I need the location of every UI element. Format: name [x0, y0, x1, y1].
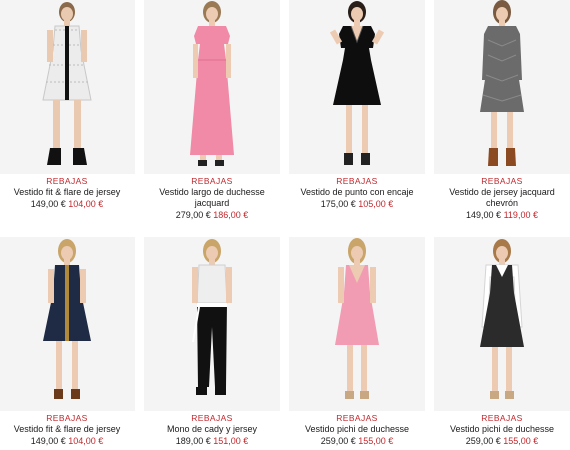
dress-long-pink-icon	[144, 0, 280, 174]
sale-price: 119,00 €	[503, 210, 538, 220]
product-name[interactable]: Vestido de punto con encaje	[289, 187, 425, 198]
product-grid: REBAJAS Vestido fit & flare de jersey 14…	[0, 0, 570, 450]
sale-price: 105,00 €	[358, 199, 394, 209]
old-price: 175,00 €	[320, 199, 356, 209]
sale-badge: REBAJAS	[481, 413, 523, 423]
sale-price: 155,00 €	[503, 436, 539, 446]
sale-price: 104,00 €	[68, 436, 104, 446]
product-photo[interactable]	[144, 0, 280, 174]
sale-badge: REBAJAS	[46, 413, 88, 423]
price-line: 149,00 € 104,00 €	[0, 435, 135, 447]
sale-badge: REBAJAS	[191, 176, 233, 186]
old-price: 259,00 €	[465, 436, 501, 446]
product-name[interactable]: Vestido fit & flare de jersey	[0, 424, 135, 435]
old-price: 149,00 €	[30, 436, 66, 446]
product-name[interactable]: Vestido fit & flare de jersey	[0, 187, 135, 198]
product-name[interactable]: Mono de cady y jersey	[144, 424, 280, 435]
price-line: 279,00 € 186,00 €	[144, 209, 280, 221]
sale-badge: REBAJAS	[191, 413, 233, 423]
price-line: 259,00 € 155,00 €	[289, 435, 425, 447]
dress-black-pinafore-icon	[434, 237, 570, 411]
product-photo[interactable]	[144, 237, 280, 411]
dress-pink-pinafore-icon	[289, 237, 425, 411]
price-line: 149,00 € 104,00 €	[0, 198, 135, 210]
price-line: 175,00 € 105,00 €	[289, 198, 425, 210]
dress-grey-chevron-icon	[434, 0, 570, 174]
price-line: 149,00 € 119,00 €	[434, 209, 570, 221]
sale-badge: REBAJAS	[46, 176, 88, 186]
product-photo[interactable]	[289, 0, 425, 174]
sale-price: 186,00 €	[213, 210, 249, 220]
product-name[interactable]: Vestido pichi de duchesse	[434, 424, 570, 435]
product-photo[interactable]	[0, 0, 135, 174]
product-photo[interactable]	[0, 237, 135, 411]
dress-tweed-icon	[0, 0, 135, 174]
dress-black-lace-icon	[289, 0, 425, 174]
product-name[interactable]: Vestido de jersey jacquard chevrón	[434, 187, 570, 209]
dress-navy-icon	[0, 237, 135, 411]
sale-badge: REBAJAS	[336, 176, 378, 186]
product-photo[interactable]	[434, 0, 570, 174]
sale-price: 104,00 €	[68, 199, 104, 209]
old-price: 189,00 €	[175, 436, 211, 446]
product-photo[interactable]	[434, 237, 570, 411]
sale-price: 155,00 €	[358, 436, 394, 446]
old-price: 149,00 €	[466, 210, 502, 220]
old-price: 279,00 €	[175, 210, 211, 220]
price-line: 259,00 € 155,00 €	[434, 435, 570, 447]
price-line: 189,00 € 151,00 €	[144, 435, 280, 447]
product-name[interactable]: Vestido largo de duchesse jacquard	[144, 187, 280, 209]
sale-price: 151,00 €	[213, 436, 249, 446]
sale-badge: REBAJAS	[336, 413, 378, 423]
product-photo[interactable]	[289, 237, 425, 411]
sale-badge: REBAJAS	[481, 176, 523, 186]
old-price: 259,00 €	[320, 436, 356, 446]
old-price: 149,00 €	[30, 199, 66, 209]
product-name[interactable]: Vestido pichi de duchesse	[289, 424, 425, 435]
jumpsuit-icon	[144, 237, 280, 411]
